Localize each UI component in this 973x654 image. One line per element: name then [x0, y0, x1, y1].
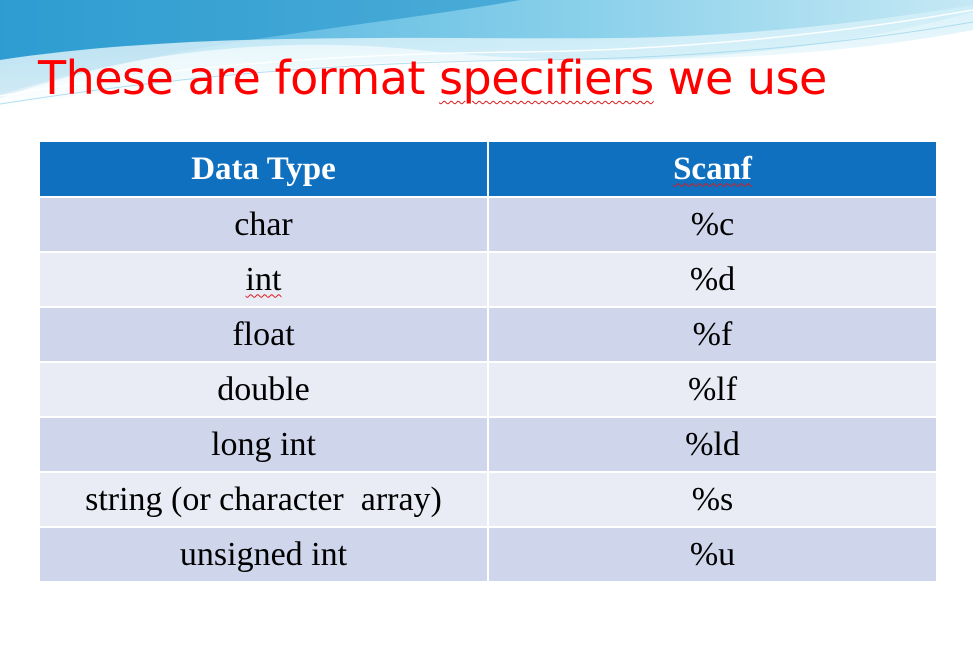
- header-data-type: Data Type: [38, 140, 489, 198]
- table-row: string (or character array) %s: [38, 471, 938, 528]
- table-row: float %f: [38, 306, 938, 363]
- scanf-cell: %u: [487, 526, 938, 583]
- scanf-cell: %c: [487, 196, 938, 253]
- scanf-cell: %ld: [487, 416, 938, 473]
- table-row: unsigned int %u: [38, 526, 938, 583]
- table-row: double %lf: [38, 361, 938, 418]
- data-type-cell: string (or character array): [38, 471, 489, 528]
- header-scanf: Scanf: [487, 140, 938, 198]
- data-type-cell: long int: [38, 416, 489, 473]
- data-type-cell: unsigned int: [38, 526, 489, 583]
- title-part-3: we use: [653, 51, 827, 105]
- scanf-cell: %s: [487, 471, 938, 528]
- data-type-label: int: [245, 260, 282, 298]
- table-row: long int %ld: [38, 416, 938, 473]
- slide-title: These are format specifiers we use: [38, 48, 827, 108]
- slide: These are format specifiers we use Data …: [0, 0, 973, 654]
- format-specifier-table: Data Type Scanf char %c int %d float %f …: [38, 140, 938, 583]
- data-type-cell: char: [38, 196, 489, 253]
- table-row: char %c: [38, 196, 938, 253]
- data-type-cell: int: [38, 251, 489, 308]
- table-header-row: Data Type Scanf: [38, 140, 938, 198]
- scanf-cell: %f: [487, 306, 938, 363]
- title-part-1: These are format: [38, 51, 440, 105]
- scanf-cell: %d: [487, 251, 938, 308]
- header-scanf-label: Scanf: [673, 150, 752, 187]
- data-type-label: long int: [211, 425, 316, 463]
- data-type-cell: float: [38, 306, 489, 363]
- table-row: int %d: [38, 251, 938, 308]
- data-type-cell: double: [38, 361, 489, 418]
- title-part-2: specifiers: [439, 51, 654, 105]
- scanf-cell: %lf: [487, 361, 938, 418]
